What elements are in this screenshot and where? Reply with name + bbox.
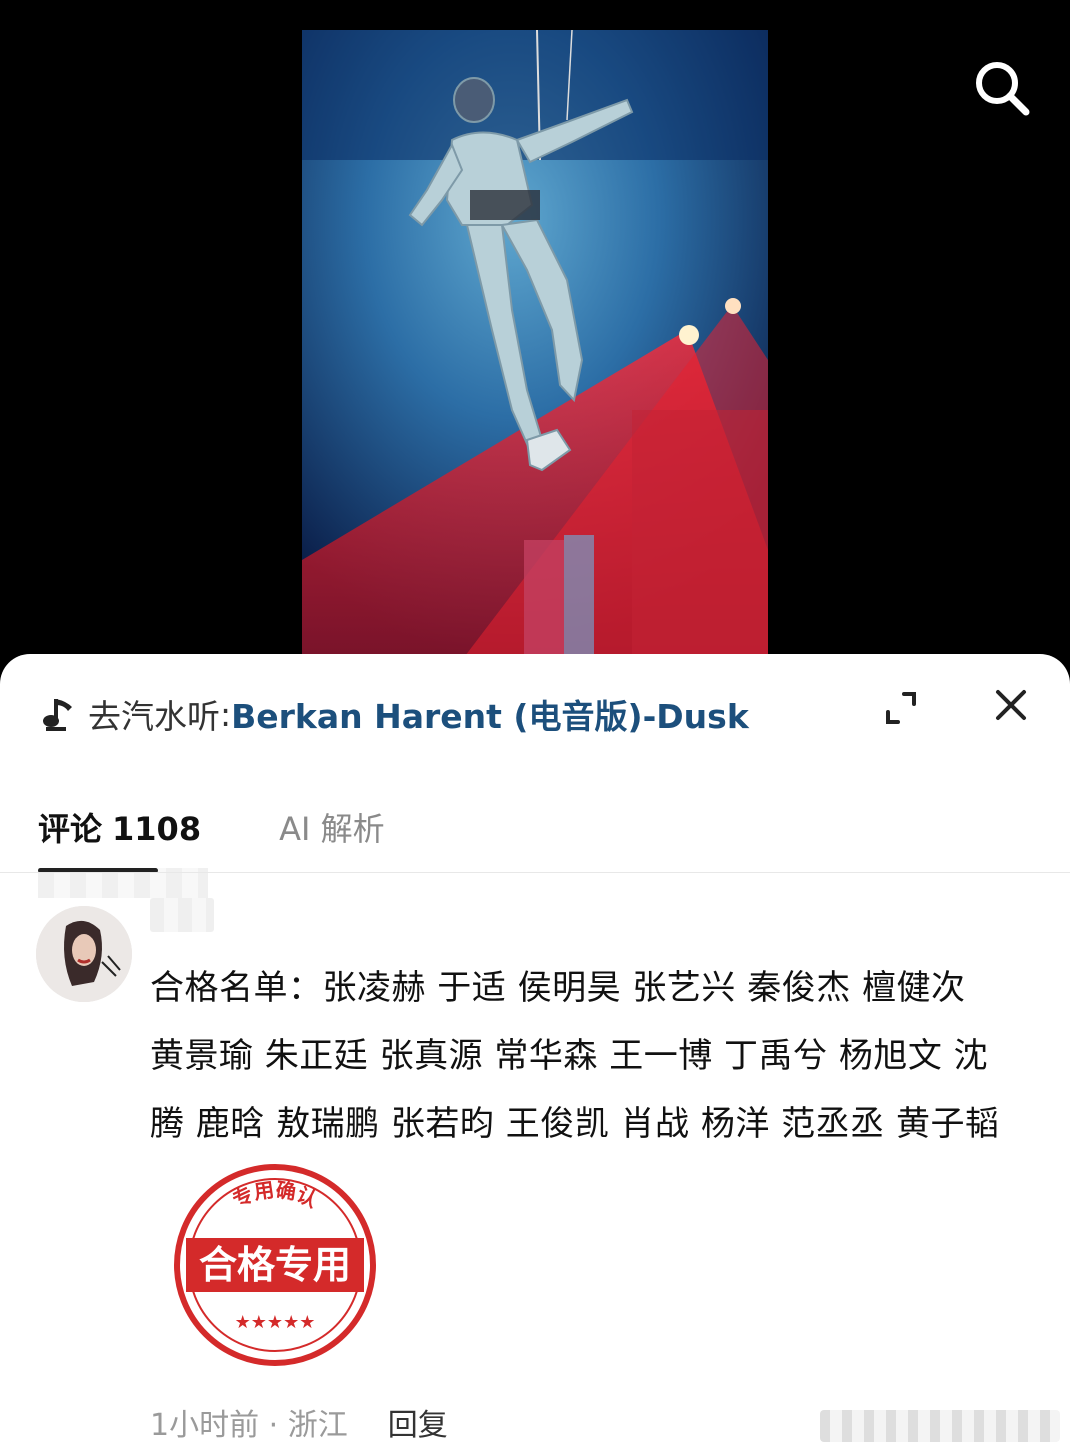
avatar[interactable]: [36, 906, 132, 1002]
expand-icon: [886, 692, 916, 724]
like-area-blurred: [820, 1410, 1060, 1442]
comment-image-stamp[interactable]: 专用确认 合格专用 ★★★★★: [172, 1162, 378, 1368]
comment-line: 腾 鹿晗 敖瑞鹏 张若昀 王俊凯 肖战 杨洋 范丞丞 黄子韬: [150, 1104, 1000, 1144]
music-link[interactable]: 去汽水听 : Berkan Harent (电音版)-Dusk: [42, 688, 862, 740]
search-icon: [976, 62, 1030, 116]
stamp-stars: ★★★★★: [235, 1312, 316, 1333]
comment-line: 合格名单：张凌赫 于适 侯明昊 张艺兴 秦俊杰 檀健次: [150, 968, 966, 1008]
stamp-main-text: 合格专用: [199, 1242, 351, 1287]
music-song-title[interactable]: Berkan Harent (电音版)-Dusk: [231, 690, 749, 738]
comment-line: 黄景瑜 朱正廷 张真源 常华森 王一博 丁禹兮 杨旭文 沈: [150, 1036, 989, 1076]
tab-comments[interactable]: 评论 1108: [38, 804, 201, 850]
approval-stamp-image: 专用确认 合格专用 ★★★★★: [174, 1164, 376, 1366]
music-separator: :: [220, 694, 232, 734]
username-blurred: [150, 898, 214, 932]
video-area: [0, 0, 1070, 660]
expand-button[interactable]: [880, 688, 922, 730]
search-button[interactable]: [970, 56, 1034, 120]
tab-comments-label: 评论: [38, 810, 103, 848]
close-icon: [996, 690, 1026, 720]
comment-body: 合格名单：张凌赫 于适 侯明昊 张艺兴 秦俊杰 檀健次 黄景瑜 朱正廷 张真源 …: [150, 954, 1040, 1158]
avatar-image: [36, 906, 132, 1002]
divider: [0, 872, 1070, 873]
tab-ai-analysis[interactable]: AI 解析: [279, 804, 385, 850]
comment-time-location: 1小时前 · 浙江: [150, 1408, 348, 1443]
tab-comments-count: 1108: [112, 810, 202, 848]
comment-sheet: 去汽水听 : Berkan Harent (电音版)-Dusk 评论 1108 A…: [0, 654, 1070, 1445]
music-source-label: 去汽水听: [88, 697, 220, 736]
tab-bar: 评论 1108 AI 解析: [38, 802, 385, 852]
comment-meta: 1小时前 · 浙江 回复: [150, 1400, 448, 1444]
close-button[interactable]: [990, 684, 1032, 726]
music-note-icon: [43, 699, 72, 731]
video-player[interactable]: [302, 30, 768, 660]
video-frame-image: [302, 30, 768, 660]
reply-button[interactable]: 回复: [388, 1400, 448, 1444]
